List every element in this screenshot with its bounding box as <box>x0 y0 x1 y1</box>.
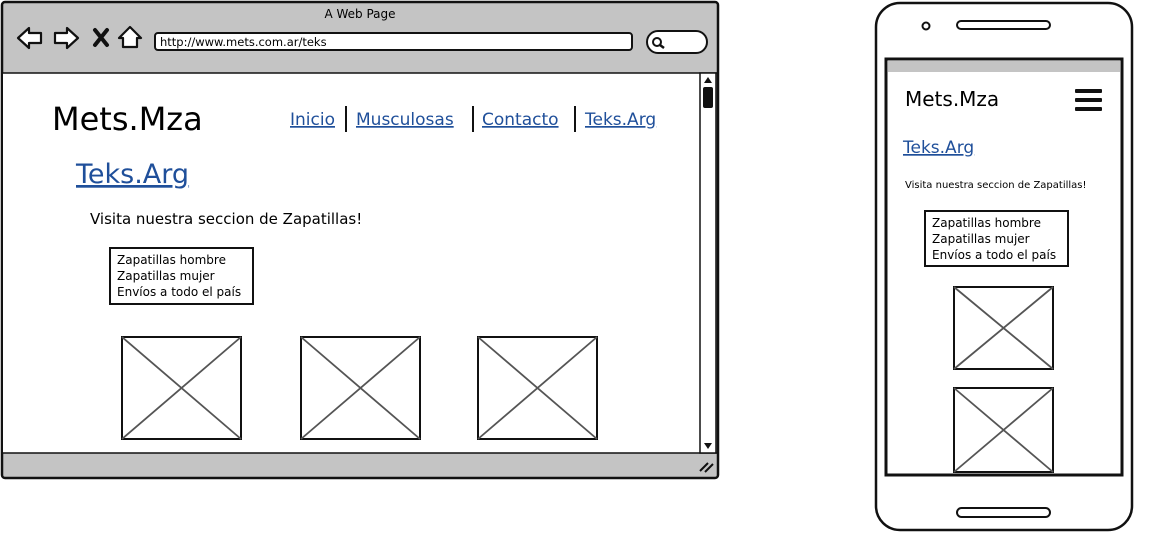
home-bar[interactable] <box>956 507 1051 518</box>
scroll-thumb[interactable] <box>703 87 713 108</box>
nav-link-contacto[interactable]: Contacto <box>482 110 559 130</box>
phone-status-bar <box>888 61 1120 72</box>
hamburger-menu-icon[interactable] <box>1075 89 1102 111</box>
image-placeholder <box>300 336 421 440</box>
nav-link-inicio[interactable]: Inicio <box>290 110 335 130</box>
mobile-category-list: Zapatillas hombre Zapatillas mujer Envío… <box>924 210 1069 267</box>
site-logo: Mets.Mza <box>52 100 203 138</box>
nav-link-musculosas[interactable]: Musculosas <box>356 110 454 130</box>
mobile-logo: Mets.Mza <box>905 87 999 111</box>
browser-wireframe: A Web Page http://www.mets.com.ar/teks M… <box>0 0 720 480</box>
list-item[interactable]: Envíos a todo el país <box>932 248 1056 262</box>
list-item[interactable]: Zapatillas mujer <box>117 269 215 283</box>
window-title: A Web Page <box>324 7 395 21</box>
mobile-intro-text: Visita nuestra seccion de Zapatillas! <box>905 180 1087 191</box>
intro-text: Visita nuestra seccion de Zapatillas! <box>90 210 362 228</box>
image-placeholder <box>477 336 598 440</box>
earpiece-speaker <box>956 20 1051 30</box>
phone-wireframe: Mets.Mza Teks.Arg Visita nuestra seccion… <box>874 1 1134 532</box>
image-placeholder <box>953 286 1054 370</box>
nav-link-teks-arg[interactable]: Teks.Arg <box>584 110 656 130</box>
image-placeholder <box>953 387 1054 473</box>
list-item[interactable]: Zapatillas mujer <box>932 232 1030 246</box>
address-url: http://www.mets.com.ar/teks <box>160 35 327 49</box>
image-placeholder <box>121 336 242 440</box>
list-item[interactable]: Zapatillas hombre <box>932 216 1041 230</box>
search-field[interactable] <box>646 30 708 54</box>
page-heading-link[interactable]: Teks.Arg <box>75 159 189 190</box>
vertical-scrollbar[interactable] <box>699 72 717 454</box>
list-item[interactable]: Envíos a todo el país <box>117 285 241 299</box>
front-camera-icon <box>921 21 931 31</box>
mobile-heading-link[interactable]: Teks.Arg <box>902 138 974 158</box>
category-list: Zapatillas hombre Zapatillas mujer Envío… <box>109 247 254 305</box>
list-item[interactable]: Zapatillas hombre <box>117 253 226 267</box>
